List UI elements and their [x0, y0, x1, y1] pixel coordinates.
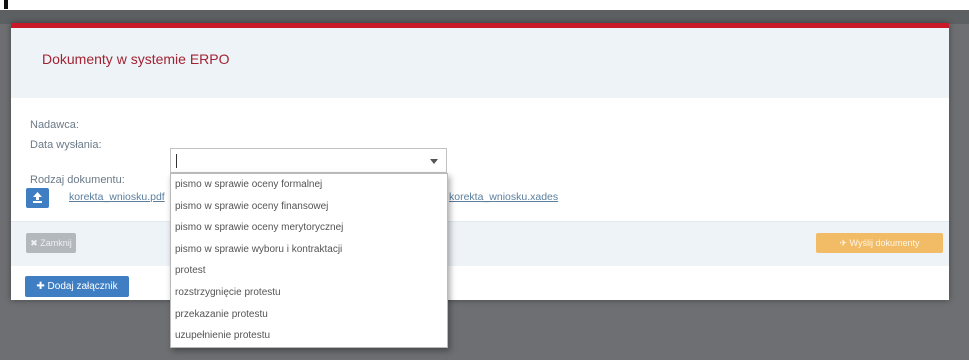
dropdown-option[interactable]: pismo w sprawie oceny finansowej: [171, 196, 447, 218]
upload-button[interactable]: [26, 188, 49, 208]
dropdown-option[interactable]: pismo w sprawie wyboru i kontraktacji: [171, 239, 447, 261]
close-button[interactable]: ✖ Zamknij: [26, 233, 76, 253]
dropdown-option[interactable]: pismo w sprawie oceny merytorycznej: [171, 217, 447, 239]
dropdown-option[interactable]: uzupełnienie protestu: [171, 325, 447, 347]
dropdown-option[interactable]: przekazanie protestu: [171, 304, 447, 326]
modal-header: Dokumenty w systemie ERPO: [11, 28, 949, 98]
dropdown-option[interactable]: protest: [171, 260, 447, 282]
modal-title: Dokumenty w systemie ERPO: [42, 51, 230, 67]
text-cursor: [176, 154, 177, 168]
document-type-select[interactable]: [170, 148, 447, 173]
chevron-down-icon[interactable]: [430, 159, 438, 164]
sender-label: Nadawca:: [30, 119, 79, 131]
add-attachment-button[interactable]: ✚ Dodaj załącznik: [25, 276, 129, 297]
document-type-label: Rodzaj dokumentu:: [30, 174, 125, 186]
send-documents-button[interactable]: ✈ Wyślij dokumenty: [816, 233, 943, 253]
document-type-dropdown: pismo w sprawie oceny formalnej pismo w …: [170, 173, 448, 348]
documents-modal: Dokumenty w systemie ERPO Nadawca: Data …: [11, 23, 949, 300]
attachment-link-pdf[interactable]: korekta_wniosku.pdf: [69, 191, 165, 203]
page-top-strip: [0, 0, 969, 10]
sent-date-label: Data wysłania:: [30, 139, 102, 151]
dropdown-option[interactable]: pismo w sprawie oceny formalnej: [171, 174, 447, 196]
backdrop-top-band: [0, 10, 969, 24]
attachment-link-xades[interactable]: korekta_wniosku.xades: [449, 191, 558, 203]
upload-icon: [33, 192, 42, 203]
dropdown-option[interactable]: rozstrzygnięcie protestu: [171, 282, 447, 304]
page-edge-mark: [4, 0, 8, 9]
modal-footer: [11, 221, 949, 266]
